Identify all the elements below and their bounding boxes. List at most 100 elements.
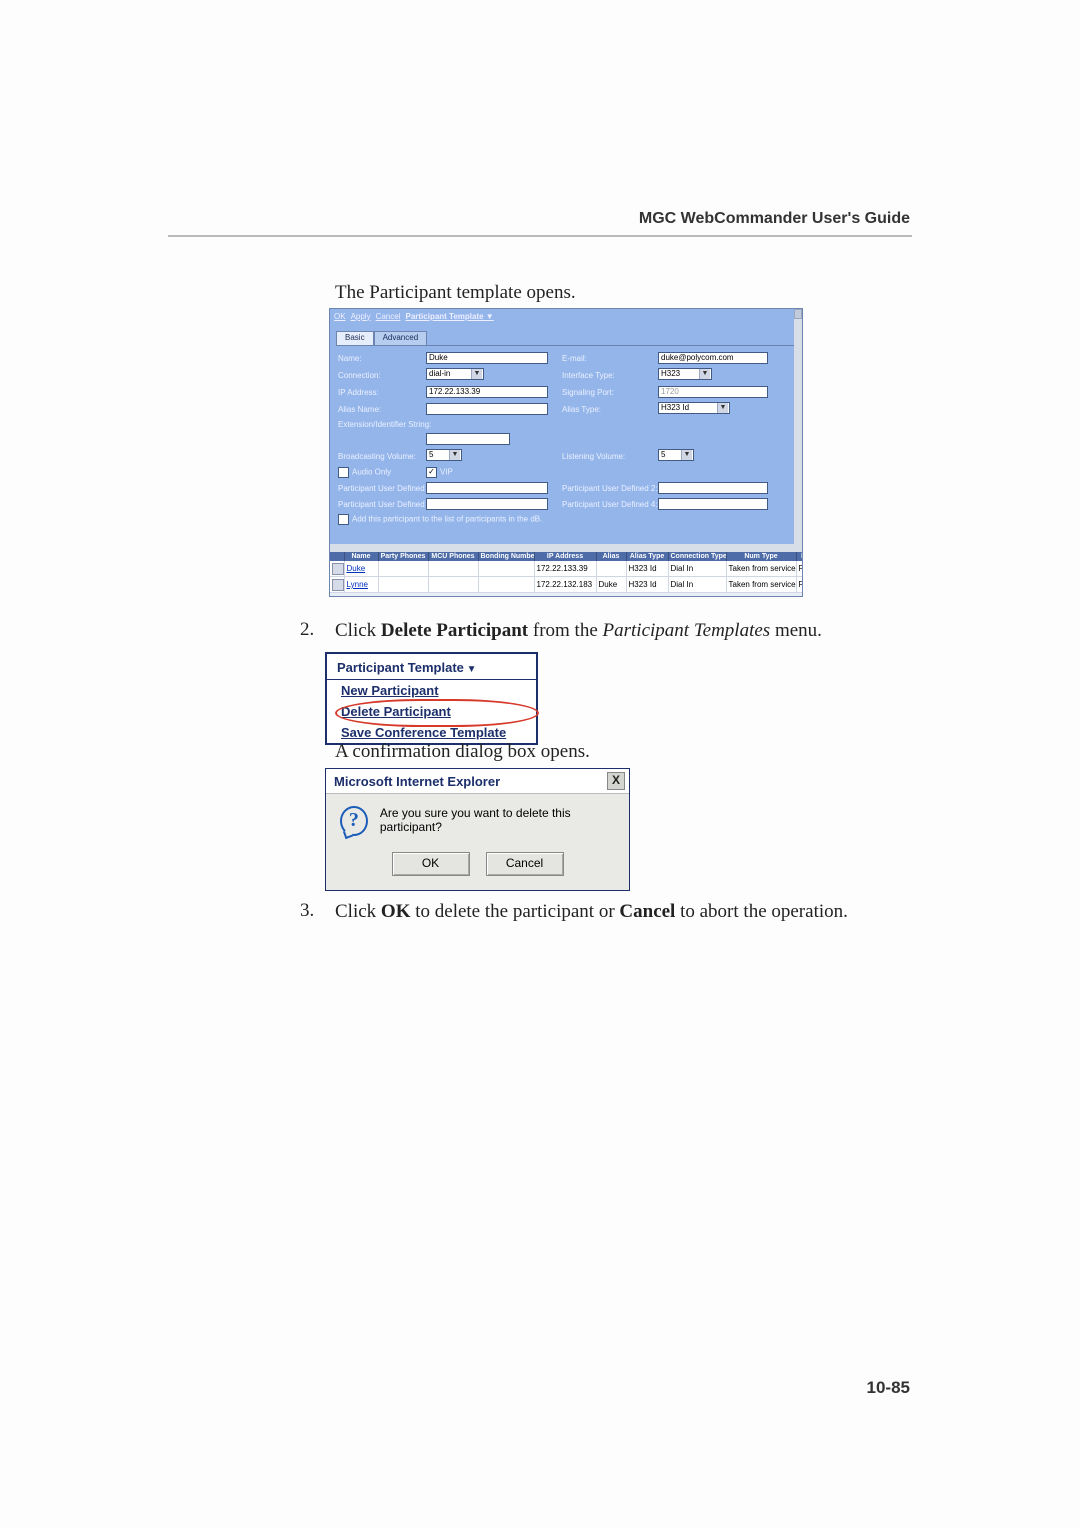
step2-text: Click Delete Participant from the Partic… [335,619,822,643]
connection-label: Connection: [338,371,426,380]
grid-col-ip: IP Address [534,552,596,561]
menu-title[interactable]: Participant Template [327,654,536,680]
form-area: Name: Duke E-mail: duke@polycom.com Conn… [336,345,796,529]
grid-col-name: Name [344,552,378,561]
alias-type-label: Alias Type: [562,405,658,414]
grid-col-aliastype: Alias Type [626,552,668,561]
grid-name-link[interactable]: Duke [344,561,378,577]
connection-select[interactable]: dial-in [426,368,484,380]
name-input[interactable]: Duke [426,352,548,364]
participant-template-menu: Participant Template New Participant Del… [325,652,538,745]
menu-new-participant[interactable]: New Participant [327,680,536,701]
grid-cell: 172.22.133.39 [534,561,596,577]
grid-cell: Taken from service [726,577,796,593]
grid-cell: Duke [596,577,626,593]
pud2-label: Participant User Defined 2: [562,484,658,493]
tabs: Basic Advanced [336,331,796,345]
pud1-label: Participant User Defined 1: [338,484,426,493]
horizontal-scrollbar[interactable] [330,544,794,552]
grid-cell: Taken from service [726,561,796,577]
interface-type-select[interactable]: H323 [658,368,712,380]
grid-col-numtype: Num Type [726,552,796,561]
step2-number: 2. [300,619,314,641]
vip-row: ✓VIP [426,467,548,478]
signaling-port-input[interactable]: 1720 [658,386,768,398]
ok-link[interactable]: OK [334,312,346,321]
grid-cell [596,561,626,577]
intro-text: The Participant template opens. [335,281,576,305]
step3-number: 3. [300,900,314,922]
alias-name-input[interactable] [426,403,548,415]
apply-link[interactable]: Apply [351,312,371,321]
extension-input[interactable] [426,433,510,445]
vertical-scrollbar[interactable] [794,309,802,584]
grid-cell: 172.22.132.183 [534,577,596,593]
grid-name-link[interactable]: Lynne [344,577,378,593]
pud2-input[interactable] [658,482,768,494]
grid-cell: H323 Id [626,577,668,593]
panel-toolbar: OK Apply Cancel Participant Template ▼ [330,309,802,323]
grid-cell: Dial In [668,561,726,577]
grid-col-conntype: Connection Type [668,552,726,561]
participant-icon [332,579,344,591]
vip-checkbox[interactable]: ✓ [426,467,437,478]
step3-text: Click OK to delete the participant or Ca… [335,900,848,924]
grid-col-mcuphones: MCU Phones [428,552,478,561]
audio-only-checkbox[interactable] [338,467,349,478]
add-to-db-checkbox[interactable] [338,514,349,525]
tab-basic[interactable]: Basic [336,331,374,345]
grid-row[interactable]: Lynne 172.22.132.183 Duke H323 Id Dial I… [330,577,803,593]
add-to-db-row: Add this participant to the list of part… [338,514,768,525]
question-icon: ? [340,806,368,836]
pud3-label: Participant User Defined 3: [338,500,426,509]
grid-col-bonding: Bonding Number [478,552,534,561]
grid-col-icon [330,552,344,561]
dialog-message: Are you sure you want to delete this par… [380,806,615,834]
grid-col-alias: Alias [596,552,626,561]
grid-cell: Dial In [668,577,726,593]
name-label: Name: [338,354,426,363]
broadcast-vol-label: Broadcasting Volume: [338,452,426,461]
extension-label: Extension/Identifier String: [338,420,548,429]
participant-icon [332,563,344,575]
pud3-input[interactable] [426,498,548,510]
cancel-link[interactable]: Cancel [376,312,401,321]
pud4-label: Participant User Defined 4: [562,500,658,509]
page-header: MGC WebCommander User's Guide [639,210,910,228]
listen-vol-label: Listening Volume: [562,452,658,461]
grid-col-meet: Meet [796,552,803,561]
grid-row[interactable]: Duke 172.22.133.39 H323 Id Dial In Taken… [330,561,803,577]
ip-input[interactable]: 172.22.133.39 [426,386,548,398]
grid-cell: H323 Id [626,561,668,577]
close-icon[interactable]: X [607,772,625,790]
ok-button[interactable]: OK [392,852,470,876]
confirm-text: A confirmation dialog box opens. [335,740,590,764]
alias-type-select[interactable]: H323 Id [658,402,730,414]
email-label: E-mail: [562,354,658,363]
pud1-input[interactable] [426,482,548,494]
grid-cell: Party [796,561,803,577]
page-number: 10-85 [867,1378,910,1398]
confirm-dialog: Microsoft Internet Explorer X ? Are you … [325,768,630,891]
grid-col-partyphones: Party Phones [378,552,428,561]
grid-header-row: Name Party Phones MCU Phones Bonding Num… [330,552,803,561]
ip-label: IP Address: [338,388,426,397]
broadcast-vol-select[interactable]: 5 [426,449,462,461]
signaling-port-label: Signaling Port: [562,388,658,397]
participants-grid: Name Party Phones MCU Phones Bonding Num… [330,552,802,596]
dialog-title: Microsoft Internet Explorer [334,774,500,789]
listen-vol-select[interactable]: 5 [658,449,694,461]
menu-delete-participant[interactable]: Delete Participant [327,701,536,722]
audio-only-row: Audio Only [338,467,426,478]
tab-advanced[interactable]: Advanced [374,331,428,345]
panel-title-menu[interactable]: Participant Template ▼ [405,312,493,321]
cancel-button[interactable]: Cancel [486,852,564,876]
grid-cell: Party [796,577,803,593]
pud4-input[interactable] [658,498,768,510]
dialog-titlebar: Microsoft Internet Explorer X [326,769,629,794]
interface-type-label: Interface Type: [562,371,658,380]
header-rule [168,235,912,237]
email-input[interactable]: duke@polycom.com [658,352,768,364]
participant-template-panel: OK Apply Cancel Participant Template ▼ B… [329,308,803,597]
alias-name-label: Alias Name: [338,405,426,414]
